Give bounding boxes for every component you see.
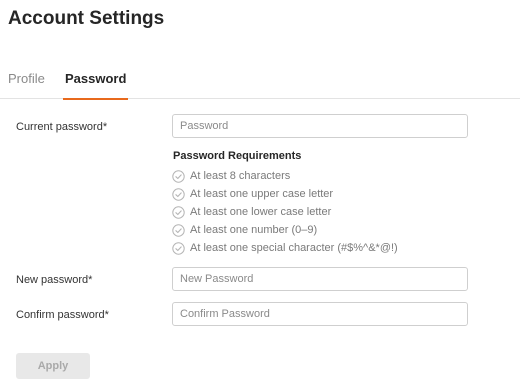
tab-password[interactable]: Password [62,70,129,100]
current-password-label: Current password* [16,121,108,133]
page-title: Account Settings [8,8,165,29]
requirement-text: At least one lower case letter [190,206,332,218]
check-circle-icon [172,187,185,201]
requirement-item: At least one number (0–9) [172,221,398,239]
requirement-item: At least one lower case letter [172,203,398,221]
check-circle-icon [172,169,185,183]
current-password-input[interactable] [172,114,468,138]
confirm-password-label: Confirm password* [16,309,109,321]
check-circle-icon [172,205,185,219]
requirement-text: At least one upper case letter [190,188,334,200]
new-password-input[interactable] [172,267,468,291]
requirement-item: At least 8 characters [172,167,398,185]
check-circle-icon [172,241,185,255]
check-circle-icon [172,223,185,237]
tab-profile[interactable]: Profile [8,70,45,99]
tab-bar: Profile Password [0,70,520,100]
confirm-password-input[interactable] [172,302,468,326]
requirement-item: At least one special character (#$%^&*@!… [172,239,398,257]
new-password-label: New password* [16,274,93,286]
password-requirements-list: At least 8 characters At least one upper… [172,167,398,257]
requirement-text: At least 8 characters [190,170,291,182]
requirement-item: At least one upper case letter [172,185,398,203]
requirement-text: At least one number (0–9) [190,224,318,236]
apply-button[interactable]: Apply [16,353,90,379]
password-requirements-title: Password Requirements [173,150,302,162]
requirement-text: At least one special character (#$%^&*@!… [190,242,398,254]
